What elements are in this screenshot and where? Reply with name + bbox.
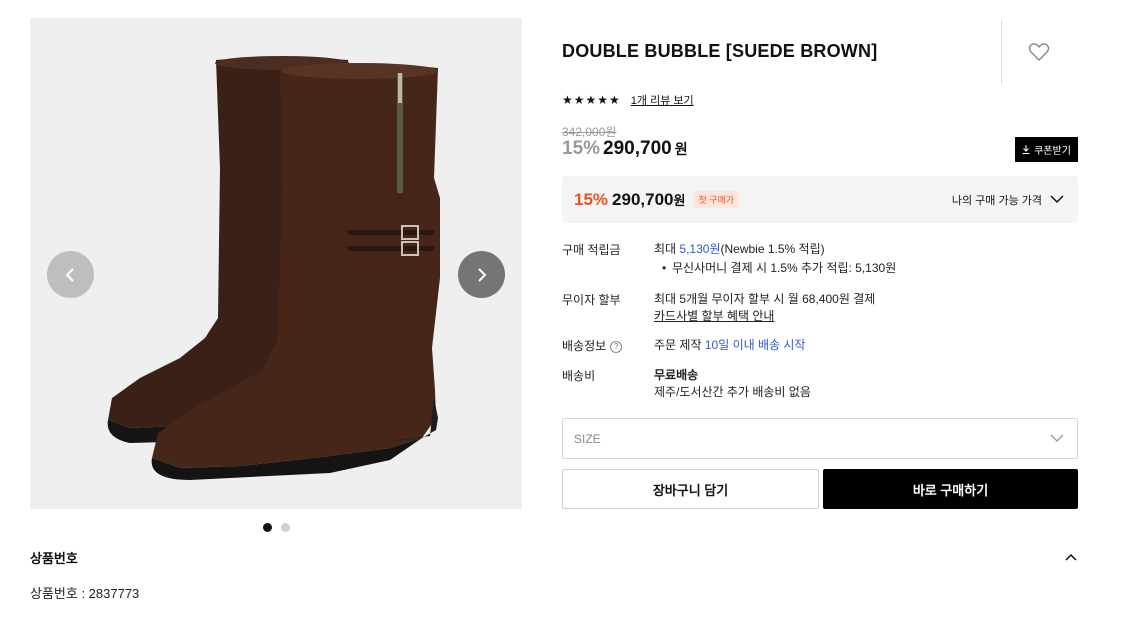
price-row: 15% 290,700 원 bbox=[562, 138, 688, 160]
installment-link[interactable]: 카드사별 할부 혜택 안내 bbox=[654, 308, 875, 325]
shipping-highlight: 10일 이내 배송 시작 bbox=[704, 338, 806, 352]
chevron-up-icon[interactable] bbox=[1064, 550, 1078, 564]
product-number-value: 상품번호 : 2837773 bbox=[30, 586, 140, 601]
my-price-currency: 원 bbox=[673, 193, 686, 208]
buy-now-button[interactable]: 바로 구매하기 bbox=[823, 469, 1078, 509]
rating-stars: ★★★★★ bbox=[562, 93, 621, 107]
gallery-prev-button[interactable] bbox=[47, 251, 94, 298]
sale-price: 290,700 bbox=[603, 138, 672, 159]
product-image bbox=[30, 18, 522, 509]
coupon-button[interactable]: 쿠폰받기 bbox=[1015, 137, 1078, 162]
first-purchase-badge: 첫 구매가 bbox=[693, 191, 740, 208]
shipping-fee-main: 무료배송 bbox=[654, 368, 699, 382]
shipping-prefix: 주문 제작 bbox=[654, 338, 705, 352]
points-amount: 5,130원 bbox=[679, 242, 721, 256]
review-link[interactable]: 1개 리뷰 보기 bbox=[631, 92, 694, 108]
gallery-next-button[interactable] bbox=[458, 251, 505, 298]
points-bullet: 무신사머니 결제 시 1.5% 추가 적립: 5,130원 bbox=[654, 260, 896, 277]
chevron-left-icon bbox=[65, 267, 74, 282]
shipping-fee-sub: 제주/도서산간 추가 배송비 없음 bbox=[654, 385, 811, 399]
points-label: 구매 적립금 bbox=[562, 243, 621, 257]
gallery-dot[interactable] bbox=[263, 523, 272, 532]
chevron-down-icon bbox=[1050, 434, 1064, 442]
divider bbox=[1001, 20, 1002, 84]
shipping-info-label: 배송정보 bbox=[562, 339, 607, 353]
points-suffix: (Newbie 1.5% 적립) bbox=[720, 242, 825, 256]
chevron-right-icon bbox=[477, 267, 486, 282]
add-to-cart-button[interactable]: 장바구니 담기 bbox=[562, 469, 819, 509]
size-select[interactable]: SIZE bbox=[562, 418, 1078, 459]
currency-unit: 원 bbox=[674, 141, 688, 157]
my-price-box[interactable]: 15% 290,700 원 첫 구매가 나의 구매 가능 가격 bbox=[562, 176, 1078, 223]
heart-icon[interactable] bbox=[1028, 42, 1050, 62]
points-row: 구매 적립금 최대 5,130원(Newbie 1.5% 적립) 무신사머니 결… bbox=[562, 241, 896, 277]
product-title: DOUBLE BUBBLE [SUEDE BROWN] bbox=[562, 41, 878, 61]
product-image-gallery bbox=[30, 18, 522, 509]
my-price-amount: 290,700 bbox=[612, 189, 674, 209]
product-number-header[interactable]: 상품번호 bbox=[30, 548, 1078, 566]
rating-row: ★★★★★ 1개 리뷰 보기 bbox=[562, 92, 694, 108]
product-number-title: 상품번호 bbox=[30, 550, 78, 566]
my-price-label: 나의 구매 가능 가격 bbox=[951, 194, 1042, 207]
download-icon bbox=[1022, 145, 1030, 154]
my-price-toggle[interactable]: 나의 구매 가능 가격 bbox=[952, 192, 1064, 208]
installment-text: 최대 5개월 무이자 할부 시 월 68,400원 결제 bbox=[654, 292, 876, 306]
points-prefix: 최대 bbox=[654, 242, 680, 256]
installment-row: 무이자 할부 최대 5개월 무이자 할부 시 월 68,400원 결제 카드사별… bbox=[562, 291, 875, 325]
my-price-percent: 15% bbox=[574, 189, 609, 209]
coupon-label: 쿠폰받기 bbox=[1034, 146, 1071, 157]
help-icon[interactable]: ? bbox=[610, 340, 623, 353]
installment-label: 무이자 할부 bbox=[562, 293, 621, 307]
shipping-info-row: 배송정보? 주문 제작 10일 이내 배송 시작 bbox=[562, 337, 805, 354]
discount-percent: 15% bbox=[562, 138, 601, 159]
gallery-dot[interactable] bbox=[281, 523, 290, 532]
size-placeholder: SIZE bbox=[574, 431, 601, 446]
shipping-fee-label: 배송비 bbox=[562, 369, 596, 383]
chevron-down-icon bbox=[1050, 195, 1064, 204]
shipping-fee-row: 배송비 무료배송 제주/도서산간 추가 배송비 없음 bbox=[562, 367, 811, 401]
gallery-pagination bbox=[263, 523, 290, 532]
